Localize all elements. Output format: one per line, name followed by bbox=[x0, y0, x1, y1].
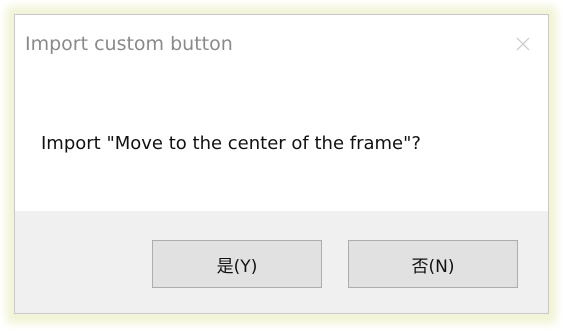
import-dialog: Import custom button Import "Move to the… bbox=[14, 14, 549, 314]
dialog-title: Import custom button bbox=[25, 33, 233, 55]
title-bar: Import custom button bbox=[15, 15, 548, 75]
screen: Import custom button Import "Move to the… bbox=[0, 0, 563, 331]
close-button[interactable] bbox=[508, 29, 538, 59]
dialog-footer: 是(Y) 否(N) bbox=[15, 211, 548, 313]
dialog-message: Import "Move to the center of the frame"… bbox=[41, 133, 421, 154]
yes-button[interactable]: 是(Y) bbox=[152, 240, 322, 288]
dialog-content: Import "Move to the center of the frame"… bbox=[15, 75, 548, 211]
close-icon bbox=[516, 37, 530, 51]
no-button[interactable]: 否(N) bbox=[348, 240, 518, 288]
